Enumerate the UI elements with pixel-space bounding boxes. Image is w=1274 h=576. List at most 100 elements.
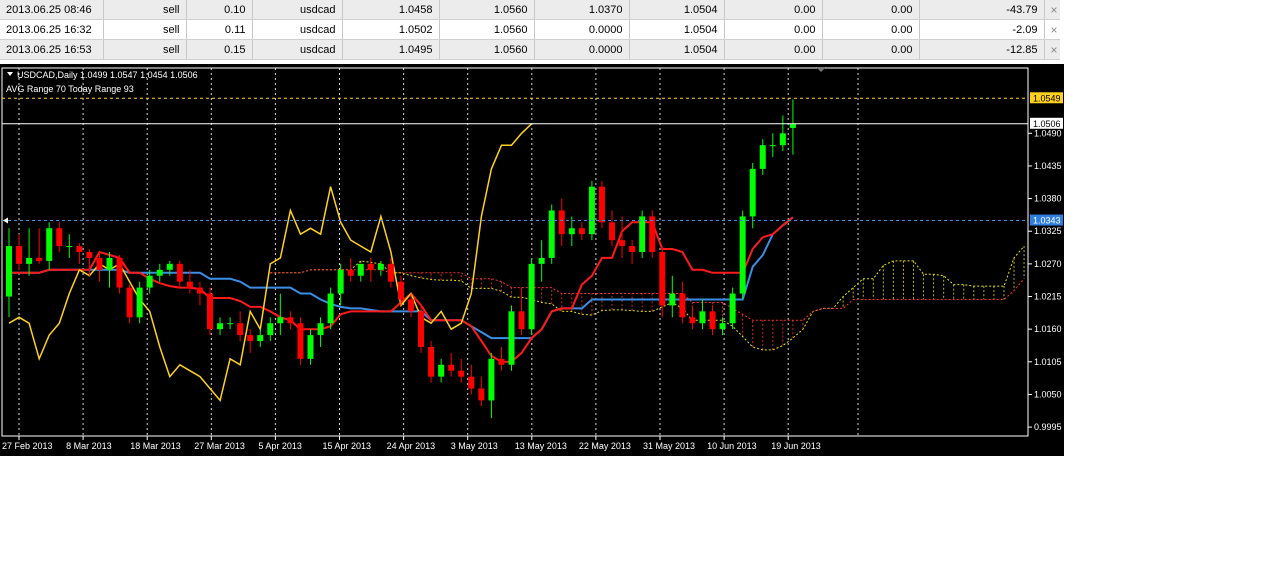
chart-subheader: AVG Range 70 Today Range 93: [6, 84, 134, 94]
candle-body: [377, 263, 384, 270]
x-tick-label: 31 May 2013: [643, 441, 695, 451]
candle-body: [277, 317, 284, 324]
candle-body: [247, 335, 254, 342]
candle-body: [307, 335, 314, 359]
price-chart[interactable]: 1.0490 1.0435 1.0380 1.0325 1.0270 1.0215 1.01…: [0, 64, 1064, 456]
candle-body: [448, 364, 455, 371]
y-tick-label: 0.9995: [1034, 422, 1062, 432]
order-size: 0.10: [186, 0, 253, 20]
order-row[interactable]: 2013.06.25 16:53 sell 0.15 usdcad 1.0495…: [0, 39, 1060, 60]
candle-body: [347, 269, 354, 276]
candle-body: [86, 252, 93, 258]
candle-body: [558, 210, 565, 235]
candle-body: [227, 323, 234, 325]
y-tick-label: 1.0215: [1034, 292, 1062, 302]
candle-body: [528, 263, 535, 330]
order-profit: -12.85: [919, 39, 1045, 60]
close-order-icon[interactable]: ×: [1044, 0, 1060, 20]
candle-body: [649, 216, 656, 252]
candle-body: [679, 293, 686, 318]
order-time: 2013.06.25 16:32: [0, 19, 104, 40]
order-size: 0.15: [186, 39, 253, 60]
candle-body: [669, 293, 676, 306]
close-order-icon[interactable]: ×: [1044, 19, 1060, 40]
candle-body: [166, 263, 173, 270]
candle-body: [6, 246, 12, 297]
order-tp: 1.0370: [534, 0, 630, 20]
order-symbol: usdcad: [252, 0, 343, 20]
candle-body: [357, 263, 364, 276]
candle-body: [16, 246, 23, 264]
candle-body: [568, 228, 575, 235]
candle-body: [518, 311, 525, 330]
order-current-price: 1.0504: [629, 0, 725, 20]
candle-body: [76, 246, 83, 252]
order-tp: 0.0000: [534, 39, 630, 60]
y-tick-label: 1.0325: [1034, 226, 1062, 236]
candle-body: [588, 186, 595, 235]
candle-body: [196, 287, 203, 294]
order-type: sell: [103, 39, 187, 60]
price-label-text: 1.0506: [1033, 119, 1061, 129]
candle-body: [418, 311, 425, 347]
price-label-text: 1.0549: [1033, 93, 1061, 103]
order-symbol: usdcad: [252, 39, 343, 60]
order-symbol: usdcad: [252, 19, 343, 40]
candle-body: [709, 311, 716, 330]
x-tick-label: 13 May 2013: [515, 441, 567, 451]
candle-body: [438, 364, 445, 377]
candle-body: [759, 145, 766, 169]
x-tick-label: 18 Mar 2013: [130, 441, 181, 451]
x-tick-label: 27 Mar 2013: [194, 441, 245, 451]
candle-body: [106, 257, 113, 270]
order-commission: 0.00: [724, 0, 823, 20]
candle-body: [639, 216, 646, 252]
candle-body: [478, 388, 485, 401]
candle-body: [769, 145, 776, 147]
candle-body: [458, 370, 465, 377]
candle-body: [116, 257, 123, 288]
candle-body: [367, 263, 374, 270]
order-sl: 1.0560: [439, 39, 535, 60]
candle-body: [36, 257, 43, 261]
order-row[interactable]: 2013.06.25 16:32 sell 0.11 usdcad 1.0502…: [0, 19, 1060, 40]
candle-body: [468, 376, 475, 389]
candle-body: [146, 275, 153, 288]
candle-body: [337, 269, 344, 294]
x-tick-label: 27 Feb 2013: [2, 441, 53, 451]
candle-body: [488, 358, 495, 401]
candle-body: [136, 287, 143, 318]
candle-body: [749, 168, 756, 217]
candle-body: [498, 358, 505, 365]
x-tick-label: 19 Jun 2013: [771, 441, 821, 451]
candle-body: [578, 228, 585, 235]
order-swap: 0.00: [822, 19, 920, 40]
order-time: 2013.06.25 16:53: [0, 39, 104, 60]
candle-body: [719, 323, 726, 330]
candle-body: [538, 257, 545, 264]
x-tick-label: 15 Apr 2013: [323, 441, 372, 451]
candle-body: [387, 263, 394, 282]
candle-body: [156, 269, 163, 276]
chart-header: USDCAD,Daily 1.0499 1.0547 1.0454 1.0506: [17, 70, 198, 80]
candle-body: [267, 323, 274, 336]
order-sl: 1.0560: [439, 0, 535, 20]
candle-body: [207, 293, 213, 330]
y-tick-label: 1.0270: [1034, 259, 1062, 269]
x-tick-label: 24 Apr 2013: [387, 441, 436, 451]
close-order-icon[interactable]: ×: [1044, 39, 1060, 60]
candle-body: [327, 293, 334, 324]
candle-body: [397, 281, 404, 300]
order-row[interactable]: 2013.06.25 08:46 sell 0.10 usdcad 1.0458…: [0, 0, 1060, 20]
order-price: 1.0502: [342, 19, 440, 40]
candle-body: [408, 299, 414, 312]
candle-body: [217, 323, 224, 330]
order-price: 1.0495: [342, 39, 440, 60]
y-tick-label: 1.0490: [1034, 128, 1062, 138]
y-tick-label: 1.0105: [1034, 357, 1062, 367]
candle-body: [609, 222, 615, 241]
order-price: 1.0458: [342, 0, 440, 20]
candle-body: [56, 228, 63, 247]
candle-body: [739, 216, 746, 294]
candle-body: [548, 210, 555, 258]
